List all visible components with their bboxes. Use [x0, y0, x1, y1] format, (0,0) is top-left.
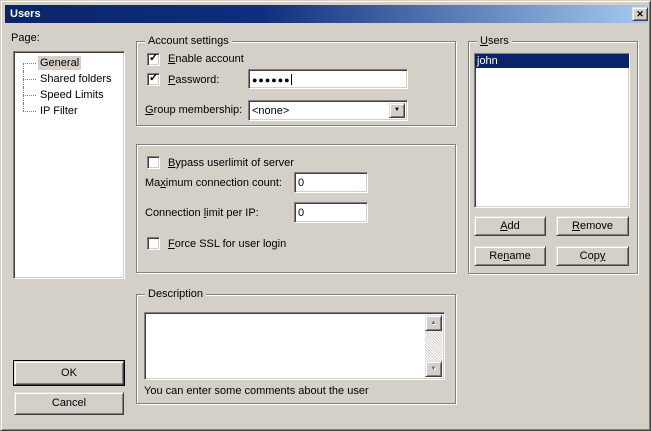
- password-checkbox[interactable]: ✓: [147, 73, 160, 86]
- per-ip-limit-label: Connection limit per IP:: [145, 207, 259, 219]
- remove-user-button-label: Remove: [572, 220, 613, 232]
- dropdown-button[interactable]: ▼: [389, 103, 405, 118]
- description-hint: You can enter some comments about the us…: [144, 385, 369, 397]
- tree-connector: [23, 55, 36, 71]
- enable-account-label: Enable account: [168, 53, 244, 65]
- page-item-shared-folders[interactable]: Shared folders: [14, 71, 124, 87]
- max-connections-input[interactable]: 0: [294, 172, 368, 193]
- account-settings-group-label: Account settings: [145, 35, 232, 47]
- group-membership-label: Group membership:: [145, 104, 242, 116]
- bypass-userlimit-label: Bypass userlimit of server: [168, 157, 294, 169]
- check-icon: ✓: [149, 72, 158, 85]
- group-membership-select[interactable]: <none> ▼: [248, 100, 408, 121]
- force-ssl-checkbox[interactable]: [147, 237, 160, 250]
- ok-button-label: OK: [61, 367, 77, 379]
- page-item-ip-filter[interactable]: IP Filter: [14, 103, 124, 119]
- ok-button[interactable]: OK: [14, 361, 124, 385]
- copy-user-button[interactable]: Copy: [556, 246, 629, 266]
- password-label: Password:: [168, 74, 219, 86]
- page-item-label: IP Filter: [38, 104, 80, 118]
- title-bar[interactable]: Users: [5, 5, 648, 23]
- per-ip-limit-value: 0: [298, 207, 304, 219]
- tree-connector: [23, 103, 36, 119]
- max-connections-value: 0: [298, 177, 304, 189]
- bypass-userlimit-checkbox[interactable]: [147, 156, 160, 169]
- enable-account-checkbox[interactable]: ✓: [147, 53, 160, 66]
- tree-connector: [23, 87, 36, 103]
- cancel-button[interactable]: Cancel: [14, 392, 124, 415]
- page-item-label: Shared folders: [38, 72, 114, 86]
- page-item-label: Speed Limits: [38, 88, 106, 102]
- description-textarea[interactable]: ▲ ▼: [144, 312, 445, 380]
- scroll-down-icon: ▼: [431, 366, 437, 372]
- users-group-label: Users: [477, 35, 512, 47]
- users-dialog: Users ✕ Page: General Shared folders Spe…: [0, 0, 651, 431]
- rename-user-button[interactable]: Rename: [474, 246, 546, 266]
- add-user-button[interactable]: Add: [474, 216, 546, 236]
- page-tree[interactable]: General Shared folders Speed Limits IP F…: [13, 51, 125, 279]
- chevron-down-icon: ▼: [394, 107, 400, 113]
- copy-user-button-label: Copy: [580, 250, 606, 262]
- force-ssl-label: Force SSL for user login: [168, 238, 286, 250]
- password-masked-value: ●●●●●●: [252, 75, 291, 85]
- page-item-label: General: [38, 56, 81, 70]
- check-icon: ✓: [149, 52, 158, 65]
- close-button[interactable]: ✕: [632, 7, 648, 21]
- max-connections-label: Maximum connection count:: [145, 177, 282, 189]
- page-label: Page:: [11, 32, 40, 44]
- cancel-button-label: Cancel: [52, 397, 86, 409]
- scroll-up-button[interactable]: ▲: [425, 315, 442, 331]
- page-item-general[interactable]: General: [14, 55, 124, 71]
- page-item-speed-limits[interactable]: Speed Limits: [14, 87, 124, 103]
- user-list-item[interactable]: john: [475, 54, 629, 68]
- scroll-down-button[interactable]: ▼: [425, 361, 442, 377]
- description-scrollbar[interactable]: ▲ ▼: [425, 315, 442, 377]
- remove-user-button[interactable]: Remove: [556, 216, 629, 236]
- tree-connector: [23, 71, 36, 87]
- group-membership-value: <none>: [252, 105, 289, 117]
- description-group-label: Description: [145, 288, 206, 300]
- password-input[interactable]: ●●●●●●: [248, 69, 408, 89]
- scroll-up-icon: ▲: [431, 320, 437, 326]
- close-icon: ✕: [636, 9, 644, 19]
- users-listbox[interactable]: john: [474, 53, 630, 208]
- per-ip-limit-input[interactable]: 0: [294, 202, 368, 223]
- rename-user-button-label: Rename: [489, 250, 531, 262]
- user-name: john: [477, 55, 498, 67]
- text-caret: [291, 74, 292, 85]
- add-user-button-label: Add: [500, 220, 520, 232]
- window-title: Users: [10, 8, 41, 20]
